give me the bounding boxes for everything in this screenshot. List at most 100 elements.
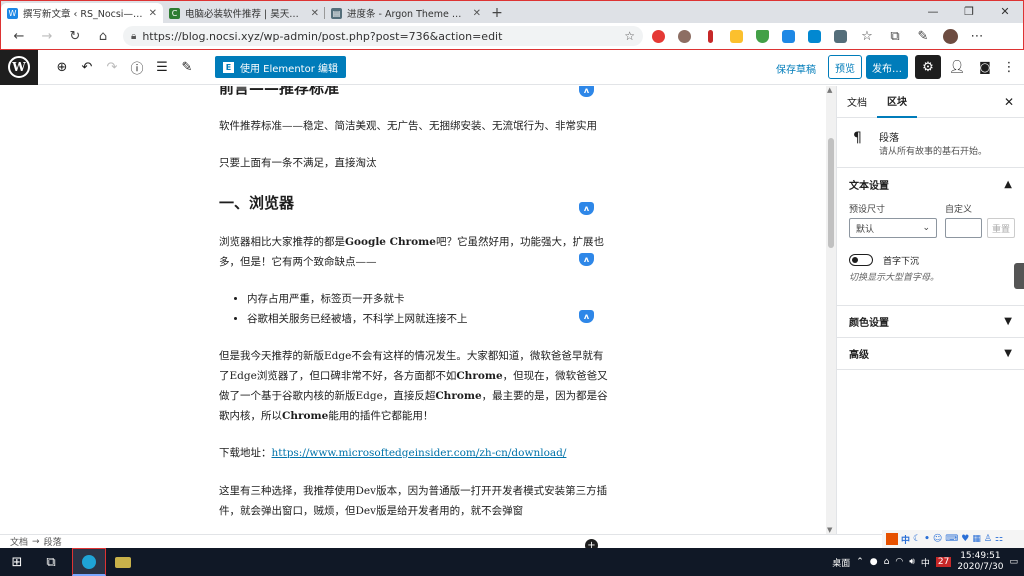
tray-app-icon[interactable]: ●	[870, 557, 878, 567]
translate-assistant-icon[interactable]: ᴧ	[579, 310, 594, 323]
tab-close-icon[interactable]: ✕	[473, 8, 481, 19]
camera-icon[interactable]: ◙	[974, 56, 996, 78]
moon-icon[interactable]: ☾	[913, 534, 921, 544]
reset-button[interactable]: 重置	[987, 218, 1015, 238]
home-icon[interactable]: ⌂	[91, 25, 115, 47]
skin-icon[interactable]: ♥	[961, 534, 969, 544]
network-icon[interactable]: ⌂	[884, 557, 890, 567]
extension-icon[interactable]	[777, 25, 799, 47]
wifi-icon[interactable]: ◠	[895, 557, 903, 567]
scrollbar-thumb[interactable]	[828, 138, 834, 248]
paragraph-download[interactable]: 下载地址：https://www.microsoftedgeinsider.co…	[219, 443, 609, 463]
extension-icon[interactable]	[699, 25, 721, 47]
custom-size-input[interactable]	[945, 218, 982, 238]
collections-icon[interactable]: ⧉	[883, 25, 907, 47]
translate-assistant-icon[interactable]: ᴧ	[579, 253, 594, 266]
notification-icon[interactable]: ▭	[1009, 557, 1018, 567]
info-icon[interactable]: ⓘ	[125, 55, 149, 79]
browser-tab-editor[interactable]: W 撰写新文章 ‹ RS_Nocsi—博客论坛 ✕	[1, 3, 163, 23]
tab-close-icon[interactable]: ✕	[311, 8, 319, 19]
text-settings-toggle[interactable]: 文本设置 ▲	[837, 168, 1024, 200]
extension-icon[interactable]	[751, 25, 773, 47]
url-text[interactable]: https://blog.nocsi.xyz/wp-admin/post.php…	[142, 30, 618, 43]
grid-icon[interactable]: ▦	[972, 534, 981, 544]
tab-document[interactable]: 文档	[837, 86, 877, 118]
scroll-down-icon[interactable]: ▼	[827, 526, 832, 534]
maximize-button[interactable]: ❐	[951, 1, 987, 21]
heading-preface[interactable]: 前言——推荐标准	[219, 86, 609, 98]
apps-icon[interactable]: ⚏	[995, 534, 1003, 544]
heading-browser[interactable]: 一、浏览器	[219, 193, 609, 213]
editor-scrollbar[interactable]: ▲ ▼	[826, 86, 836, 534]
keyboard-icon[interactable]: ⌨	[945, 534, 958, 544]
browser-tab-argon-docs[interactable]: ▤ 进度条 - Argon Theme Docs ✕	[325, 3, 487, 23]
ime-mode[interactable]: 中	[921, 556, 930, 569]
editor-canvas[interactable]: 前言——推荐标准 软件推荐标准——稳定、简洁美观、无广告、无捆绑安装、无流氓行为…	[0, 86, 826, 534]
bullet-list[interactable]: 内存占用严重，标签页一开多就卡 谷歌相关服务已经被墙，不科学上网就连接不上	[219, 289, 609, 329]
reload-icon[interactable]: ↻	[63, 25, 87, 47]
close-window-button[interactable]: ✕	[987, 1, 1023, 21]
publish-button[interactable]: 发布…	[866, 55, 908, 79]
profile-avatar[interactable]	[939, 25, 961, 47]
paragraph-eliminate[interactable]: 只要上面有一条不满足，直接淘汰	[219, 153, 609, 173]
favorites-icon[interactable]: ☆	[855, 25, 879, 47]
breadcrumb-document[interactable]: 文档	[10, 535, 28, 548]
extension-icon[interactable]	[829, 25, 851, 47]
redo-icon[interactable]: ↷	[100, 55, 124, 79]
tab-close-icon[interactable]: ✕	[149, 8, 157, 19]
clock[interactable]: 15:49:51 2020/7/30	[957, 551, 1003, 573]
paragraph-edge[interactable]: 但是我今天推荐的新版Edge不会有这样的情况发生。大家都知道，微软爸爸早就有了E…	[219, 346, 609, 426]
breadcrumb-paragraph[interactable]: 段落	[44, 535, 62, 548]
user-icon[interactable]: 👤︎	[946, 56, 968, 78]
back-arrow-icon[interactable]: ←	[7, 25, 31, 47]
person-icon[interactable]: ♙	[984, 534, 992, 544]
new-tab-button[interactable]: +	[487, 3, 507, 23]
extension-icon[interactable]	[803, 25, 825, 47]
side-handle[interactable]	[1014, 263, 1024, 289]
address-bar[interactable]: 🔒︎ https://blog.nocsi.xyz/wp-admin/post.…	[123, 26, 643, 46]
smile-icon[interactable]: ☺	[933, 534, 942, 544]
settings-gear-icon[interactable]: ⚙	[915, 55, 941, 79]
close-icon[interactable]: ✕	[1004, 95, 1014, 109]
paragraph-standards[interactable]: 软件推荐标准——稳定、简洁美观、无广告、无捆绑安装、无流氓行为、非常实用	[219, 116, 609, 136]
chevron-up-icon[interactable]: ⌃	[856, 557, 864, 567]
taskbar-edge-icon[interactable]	[72, 548, 106, 576]
more-menu-icon[interactable]: ⋮	[1000, 56, 1018, 78]
outline-list-icon[interactable]: ☰	[150, 55, 174, 79]
translate-assistant-icon[interactable]: ᴧ	[579, 202, 594, 215]
taskbar-folder-icon[interactable]	[106, 548, 140, 576]
windows-start-icon[interactable]: ⊞	[0, 548, 34, 576]
add-block-icon[interactable]: ⊕	[50, 55, 74, 79]
read-aloud-icon[interactable]: ✎	[911, 25, 935, 47]
desktop-label[interactable]: 桌面	[832, 556, 850, 569]
edit-pencil-icon[interactable]: ✎	[175, 55, 199, 79]
preset-size-select[interactable]: 默认 ⌄	[849, 218, 937, 238]
ime-logo-icon[interactable]	[886, 533, 898, 545]
extension-icon[interactable]	[673, 25, 695, 47]
volume-icon[interactable]: 🔊︎	[909, 557, 915, 567]
wordpress-logo-icon[interactable]: W	[0, 49, 38, 85]
scroll-up-icon[interactable]: ▲	[827, 86, 832, 94]
color-settings-toggle[interactable]: 颜色设置 ▼	[837, 306, 1024, 338]
drop-cap-toggle[interactable]	[849, 254, 873, 266]
more-options-icon[interactable]: ⋯	[965, 25, 989, 47]
tab-block[interactable]: 区块	[877, 86, 917, 118]
save-draft-button[interactable]: 保存草稿	[776, 61, 816, 76]
paragraph-dev-version[interactable]: 这里有三种选择，我推荐使用Dev版本，因为普通版一打开开发者模式安装第三方插件，…	[219, 481, 609, 521]
extension-icon[interactable]	[725, 25, 747, 47]
undo-icon[interactable]: ↶	[75, 55, 99, 79]
paragraph-chrome-intro[interactable]: 浏览器相比大家推荐的都是Google Chrome吧？它虽然好用，功能强大，扩展…	[219, 232, 609, 272]
calendar-badge[interactable]: 27	[935, 557, 952, 567]
minimize-button[interactable]: —	[915, 1, 951, 21]
forward-arrow-icon[interactable]: →	[35, 25, 59, 47]
advanced-toggle[interactable]: 高级 ▼	[837, 338, 1024, 370]
edit-with-elementor-button[interactable]: E 使用 Elementor 编辑	[215, 56, 346, 78]
download-link[interactable]: https://www.microsoftedgeinsider.com/zh-…	[272, 447, 567, 459]
preview-button[interactable]: 预览	[828, 55, 862, 79]
extension-icon[interactable]	[647, 25, 669, 47]
task-view-icon[interactable]: ⧉	[34, 548, 68, 576]
favorite-star-icon[interactable]: ☆	[624, 29, 635, 43]
browser-tab-software[interactable]: C 电脑必装软件推荐 | 昊天博客 ✕	[163, 3, 325, 23]
dot-icon[interactable]: •	[924, 534, 930, 544]
ime-language[interactable]: 中	[901, 533, 910, 546]
